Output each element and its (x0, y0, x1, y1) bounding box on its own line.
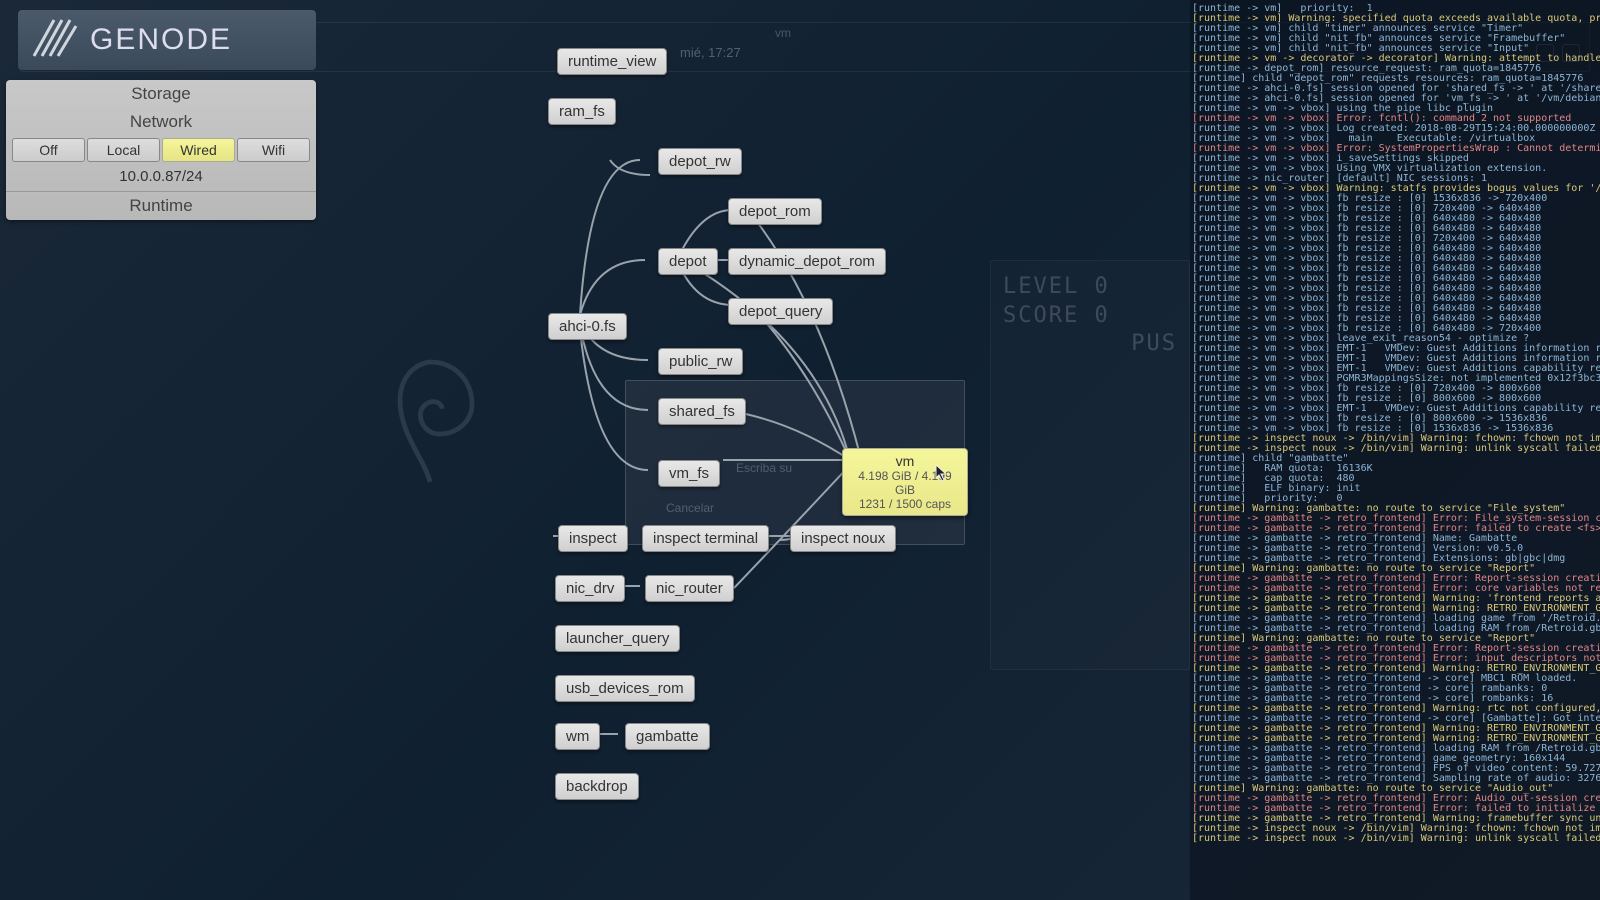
node-vm-selected[interactable]: vm 4.198 GiB / 4.199 GiB 1231 / 1500 cap… (842, 448, 968, 516)
network-wired-button[interactable]: Wired (162, 138, 235, 162)
ip-address-label: 10.0.0.87/24 (6, 164, 316, 189)
node-launcher-query[interactable]: launcher_query (555, 625, 680, 652)
node-inspect-terminal[interactable]: inspect terminal (642, 525, 769, 552)
genode-logo-text: GENODE (90, 23, 232, 57)
node-nic-router[interactable]: nic_router (645, 575, 734, 602)
node-wm[interactable]: wm (555, 723, 600, 750)
network-wifi-button[interactable]: Wifi (237, 138, 310, 162)
node-public-rw[interactable]: public_rw (658, 348, 743, 375)
node-ram-fs[interactable]: ram_fs (548, 98, 616, 125)
vm-node-caps: 1231 / 1500 caps (851, 497, 959, 511)
genode-hatch-icon (30, 16, 78, 65)
node-nic-drv[interactable]: nic_drv (555, 575, 625, 602)
control-panel: Storage Network Off Local Wired Wifi 10.… (6, 80, 316, 220)
node-backdrop[interactable]: backdrop (555, 773, 639, 800)
runtime-header[interactable]: Runtime (6, 191, 316, 220)
runtime-graph: runtime_view ram_fs depot_rw depot_rom d… (480, 0, 1180, 900)
node-gambatte[interactable]: gambatte (625, 723, 710, 750)
debian-swirl-icon (370, 350, 490, 500)
node-depot-rom[interactable]: depot_rom (728, 198, 822, 225)
node-shared-fs[interactable]: shared_fs (658, 398, 746, 425)
storage-header[interactable]: Storage (6, 80, 316, 108)
node-depot-rw[interactable]: depot_rw (658, 148, 742, 175)
node-usb-devices-rom[interactable]: usb_devices_rom (555, 675, 695, 702)
node-runtime-view[interactable]: runtime_view (557, 48, 667, 75)
log-line: [runtime -> inspect noux -> /bin/vim] Wa… (1192, 834, 1598, 844)
node-depot[interactable]: depot (658, 248, 718, 275)
network-header[interactable]: Network (6, 108, 316, 136)
node-inspect-noux[interactable]: inspect noux (790, 525, 896, 552)
node-ahci-0-fs[interactable]: ahci-0.fs (548, 313, 627, 340)
cursor-icon (935, 464, 949, 482)
network-off-button[interactable]: Off (12, 138, 85, 162)
network-local-button[interactable]: Local (87, 138, 160, 162)
node-vm-fs[interactable]: vm_fs (658, 460, 720, 487)
genode-logo-panel: GENODE (18, 10, 316, 70)
node-depot-query[interactable]: depot_query (728, 298, 833, 325)
node-inspect[interactable]: inspect (558, 525, 628, 552)
node-dynamic-depot-rom[interactable]: dynamic_depot_rom (728, 248, 886, 275)
log-panel[interactable]: [runtime -> vm] priority: 1[runtime -> v… (1190, 0, 1600, 900)
